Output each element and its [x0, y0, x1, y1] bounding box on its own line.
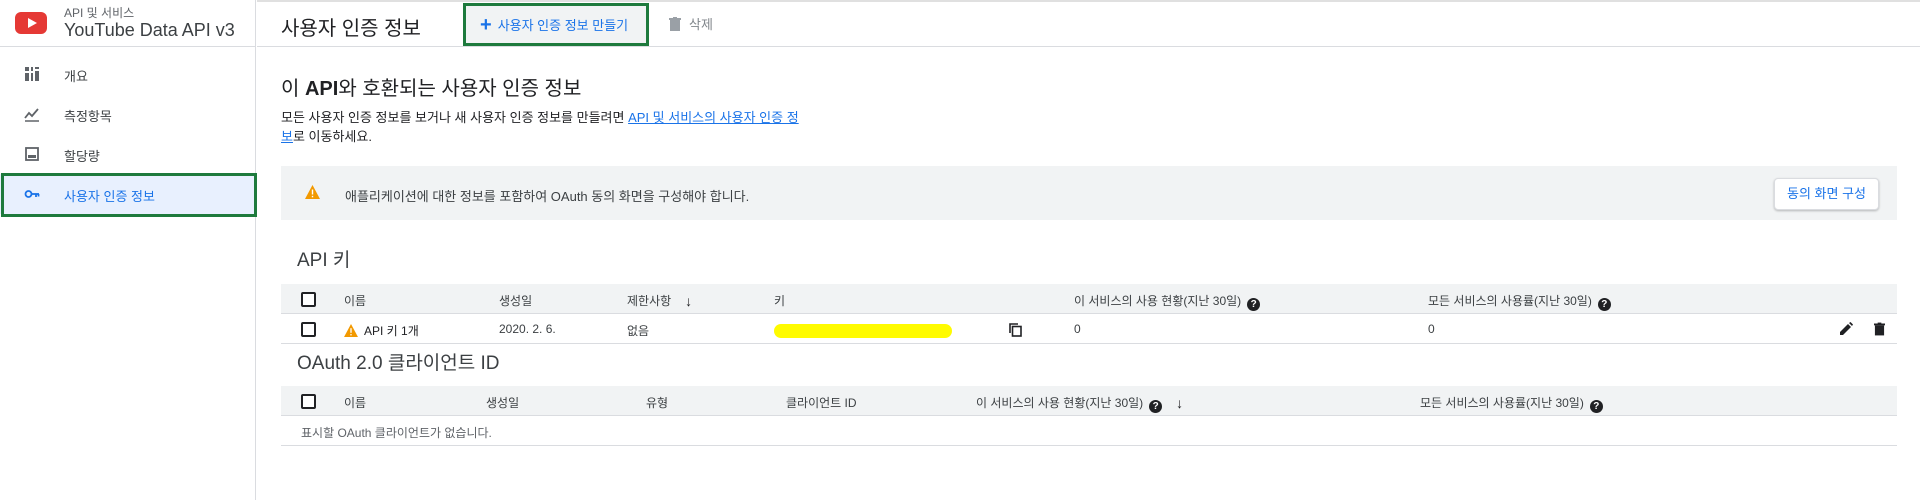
configure-consent-button[interactable]: 동의 화면 구성 — [1774, 178, 1879, 210]
heading-bold: API — [304, 78, 339, 100]
api-key-usage-service: 0 — [1074, 322, 1081, 336]
table-header: 이름 생성일 제한사항 ↓ 키 이 서비스의 사용 현황(지난 30일)? 모든 … — [281, 284, 1897, 314]
metrics-icon — [24, 108, 39, 122]
col-usage-all[interactable]: 모든 서비스의 사용률(지난 30일)? — [1420, 394, 1603, 413]
dashboard-icon — [25, 67, 39, 81]
col-created[interactable]: 생성일 — [486, 394, 519, 411]
table-row: API 키 1개 2020. 2. 6. 없음 0 0 — [281, 314, 1897, 344]
sort-down-icon: ↓ — [1176, 395, 1184, 411]
api-key-name-label: API 키 1개 — [364, 324, 419, 338]
top-bar: 사용자 인증 정보 + 사용자 인증 정보 만들기 삭제 — [257, 0, 1920, 47]
description-text: 모든 사용자 인증 정보를 보거나 새 사용자 인증 정보를 만들려면 — [281, 110, 629, 125]
delete-button[interactable]: 삭제 — [669, 14, 713, 33]
sidebar-item-quota[interactable]: 할당량 — [0, 134, 256, 174]
description-suffix: 로 이동하세요. — [292, 129, 372, 144]
api-key-name[interactable]: API 키 1개 — [344, 322, 419, 339]
col-usage-service[interactable]: 이 서비스의 사용 현황(지난 30일)? ↓ — [976, 394, 1183, 413]
highlight-box — [1, 173, 257, 217]
col-usage-service[interactable]: 이 서비스의 사용 현황(지난 30일)? — [1074, 292, 1261, 311]
help-icon[interactable]: ? — [1149, 400, 1163, 413]
sort-down-icon: ↓ — [685, 293, 693, 309]
brand-title: YouTube Data API v3 — [64, 20, 235, 40]
sidebar-item-overview[interactable]: 개요 — [0, 54, 256, 94]
col-restrictions[interactable]: 제한사항 ↓ — [627, 292, 692, 309]
oauth-notice-banner: 애플리케이션에 대한 정보를 포함하여 OAuth 동의 화면을 구성해야 합니… — [281, 166, 1897, 220]
youtube-logo-icon — [15, 12, 47, 34]
description: 모든 사용자 인증 정보를 보거나 새 사용자 인증 정보를 만들려면 API … — [281, 108, 801, 146]
oauth-title: OAuth 2.0 클라이언트 ID — [297, 353, 500, 374]
col-usage-service-label: 이 서비스의 사용 현황(지난 30일) — [976, 396, 1144, 410]
trash-icon[interactable] — [1874, 322, 1885, 336]
help-icon[interactable]: ? — [1589, 400, 1603, 413]
heading-suffix: 와 호환되는 사용자 인증 정보 — [338, 78, 582, 100]
trash-icon — [669, 16, 681, 31]
quota-icon — [25, 147, 39, 161]
col-name[interactable]: 이름 — [344, 394, 366, 411]
api-key-usage-all: 0 — [1428, 322, 1435, 336]
empty-message: 표시할 OAuth 클라이언트가 없습니다. — [301, 426, 492, 440]
col-created[interactable]: 생성일 — [499, 292, 532, 309]
main-content: 이 API와 호환되는 사용자 인증 정보 모든 사용자 인증 정보를 보거나 … — [257, 48, 1920, 500]
brand-subtitle: API 및 서비스 — [64, 6, 135, 20]
col-restrictions-label: 제한사항 — [627, 294, 672, 308]
col-usage-service-label: 이 서비스의 사용 현황(지난 30일) — [1074, 294, 1242, 308]
brand-header: API 및 서비스 YouTube Data API v3 — [0, 0, 256, 47]
table-row: 표시할 OAuth 클라이언트가 없습니다. — [281, 416, 1897, 446]
copy-icon[interactable] — [1009, 323, 1022, 337]
create-credentials-button[interactable]: + 사용자 인증 정보 만들기 — [463, 3, 649, 46]
col-usage-all-label: 모든 서비스의 사용률(지난 30일) — [1420, 396, 1584, 410]
edit-icon[interactable] — [1839, 322, 1853, 336]
col-client-id[interactable]: 클라이언트 ID — [786, 394, 857, 411]
col-type[interactable]: 유형 — [646, 394, 668, 411]
col-key[interactable]: 키 — [774, 292, 785, 309]
warning-icon — [305, 185, 320, 199]
col-usage-all-label: 모든 서비스의 사용률(지난 30일) — [1428, 294, 1592, 308]
plus-icon: + — [480, 13, 492, 36]
page-title: 사용자 인증 정보 — [281, 18, 421, 40]
row-checkbox[interactable] — [301, 322, 316, 337]
select-all-checkbox[interactable] — [301, 292, 316, 307]
api-key-restrictions: 없음 — [627, 324, 650, 338]
sidebar-item-metrics[interactable]: 측정항목 — [0, 94, 256, 134]
warning-icon — [344, 324, 358, 337]
sidebar-item-label: 개요 — [64, 69, 88, 84]
help-icon[interactable]: ? — [1247, 298, 1261, 311]
sidebar-item-label: 할당량 — [64, 149, 100, 164]
select-all-checkbox[interactable] — [301, 394, 316, 409]
table-header: 이름 생성일 유형 클라이언트 ID 이 서비스의 사용 현황(지난 30일)?… — [281, 386, 1897, 416]
heading-prefix: 이 — [281, 78, 305, 100]
section-heading: 이 API와 호환되는 사용자 인증 정보 — [281, 72, 581, 101]
col-usage-all[interactable]: 모든 서비스의 사용률(지난 30일)? — [1428, 292, 1611, 311]
sidebar-item-label: 측정항목 — [64, 109, 112, 124]
help-icon[interactable]: ? — [1597, 298, 1611, 311]
delete-label: 삭제 — [689, 17, 713, 32]
notice-text: 애플리케이션에 대한 정보를 포함하여 OAuth 동의 화면을 구성해야 합니… — [345, 189, 750, 204]
create-credentials-label: 사용자 인증 정보 만들기 — [497, 18, 629, 33]
sidebar: API 및 서비스 YouTube Data API v3 개요 측정항목 할당… — [0, 0, 257, 500]
api-keys-title: API 키 — [297, 250, 351, 271]
api-key-created: 2020. 2. 6. — [499, 322, 556, 336]
col-name[interactable]: 이름 — [344, 292, 366, 309]
redacted-key — [774, 324, 952, 338]
